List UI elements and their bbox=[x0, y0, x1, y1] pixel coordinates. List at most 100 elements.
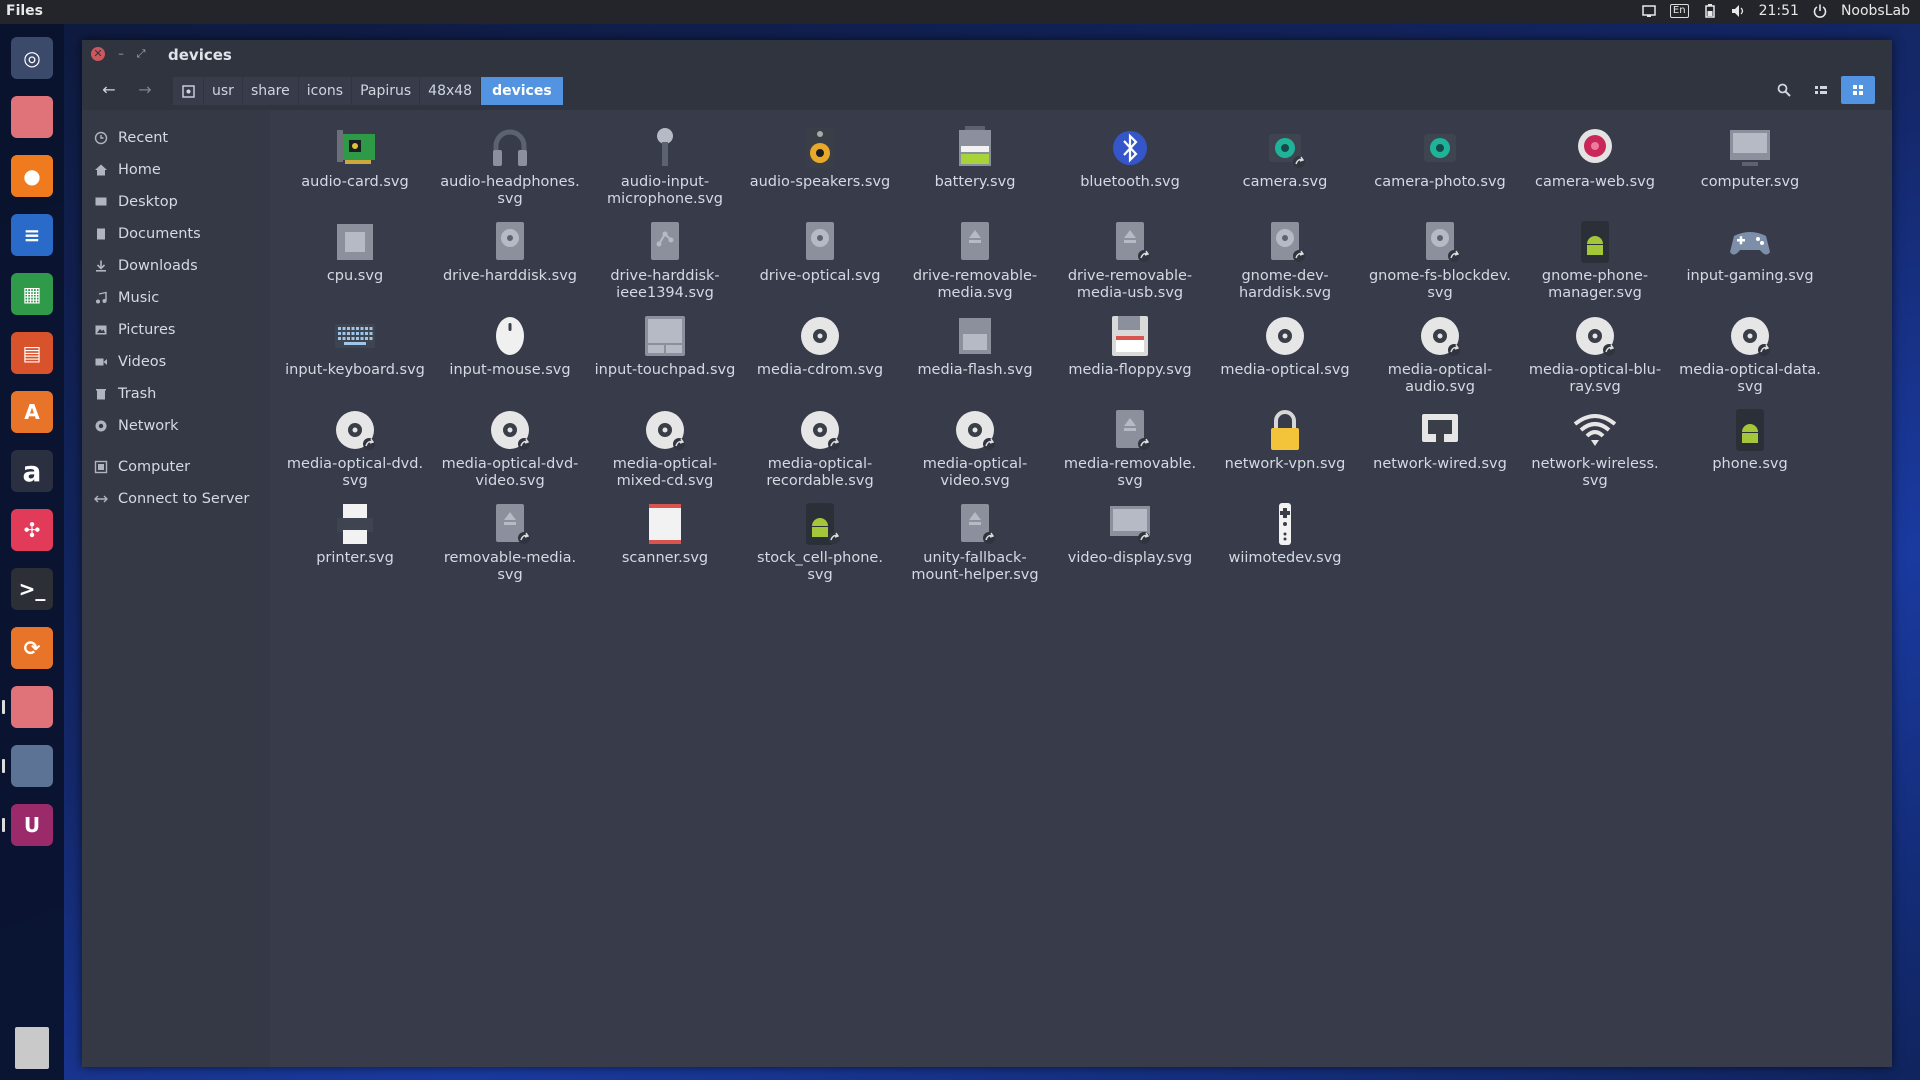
file-item[interactable]: printer.svg bbox=[280, 500, 430, 567]
audio-card-icon bbox=[337, 130, 375, 164]
file-item[interactable]: media-optical-blu-ray.svg bbox=[1520, 312, 1670, 396]
file-item[interactable]: unity-fallback-mount-helper.svg bbox=[900, 500, 1050, 584]
grid-view-button[interactable] bbox=[1841, 76, 1875, 104]
search-button[interactable] bbox=[1767, 76, 1801, 104]
sidebar-item-trash[interactable]: Trash bbox=[94, 381, 156, 407]
file-item[interactable]: network-wireless. svg bbox=[1520, 406, 1670, 490]
file-item[interactable]: input-touchpad.svg bbox=[590, 312, 740, 379]
amazon-icon[interactable]: a bbox=[11, 450, 53, 492]
power-icon[interactable] bbox=[1813, 4, 1827, 18]
sidebar-item-downloads[interactable]: Downloads bbox=[94, 253, 198, 279]
writer-icon[interactable]: ≡ bbox=[11, 214, 53, 256]
user-name[interactable]: NoobsLab bbox=[1841, 3, 1910, 19]
sidebar-item-home[interactable]: Home bbox=[94, 157, 161, 183]
back-button[interactable]: ← bbox=[96, 78, 122, 102]
file-item[interactable]: gnome-phone-manager.svg bbox=[1520, 218, 1670, 302]
file-item[interactable]: drive-removable-media.svg bbox=[900, 218, 1050, 302]
file-item[interactable]: media-optical-dvd-video.svg bbox=[435, 406, 585, 490]
breadcrumb-usr[interactable]: usr bbox=[204, 77, 243, 105]
sidebar-item-desktop[interactable]: Desktop bbox=[94, 189, 178, 215]
update-icon[interactable]: ⟳ bbox=[11, 627, 53, 669]
file-item[interactable]: media-optical.svg bbox=[1210, 312, 1360, 379]
file-item[interactable]: audio-input-microphone.svg bbox=[590, 124, 740, 208]
titlebar[interactable]: ✕ – ⤢ devices bbox=[82, 40, 1892, 70]
file-item[interactable]: input-keyboard.svg bbox=[280, 312, 430, 379]
file-item[interactable]: drive-optical.svg bbox=[745, 218, 895, 285]
file-item[interactable]: media-floppy.svg bbox=[1055, 312, 1205, 379]
file-item[interactable]: wiimotedev.svg bbox=[1210, 500, 1360, 567]
firefox-icon[interactable]: ● bbox=[11, 155, 53, 197]
close-button[interactable]: ✕ bbox=[91, 47, 105, 61]
dash-icon[interactable]: ◎ bbox=[11, 37, 53, 79]
grid-view-icon bbox=[1853, 85, 1863, 95]
file-item[interactable]: input-gaming.svg bbox=[1675, 218, 1825, 285]
calc-icon[interactable]: ▦ bbox=[11, 273, 53, 315]
clock[interactable]: 21:51 bbox=[1759, 3, 1799, 19]
file-item[interactable]: drive-harddisk-ieee1394.svg bbox=[590, 218, 740, 302]
file-item[interactable]: video-display.svg bbox=[1055, 500, 1205, 567]
file-item[interactable]: gnome-dev-harddisk.svg bbox=[1210, 218, 1360, 302]
file-item[interactable]: media-optical-dvd. svg bbox=[280, 406, 430, 490]
file-item[interactable]: camera-photo.svg bbox=[1365, 124, 1515, 191]
sidebar-item-recent[interactable]: Recent bbox=[94, 125, 168, 151]
unity-tweak-icon[interactable]: U bbox=[11, 804, 53, 846]
file-item[interactable]: phone.svg bbox=[1675, 406, 1825, 473]
file-item[interactable]: scanner.svg bbox=[590, 500, 740, 567]
file-item[interactable]: media-removable. svg bbox=[1055, 406, 1205, 490]
file-item[interactable]: media-optical-video.svg bbox=[900, 406, 1050, 490]
file-item[interactable]: media-optical-recordable.svg bbox=[745, 406, 895, 490]
sidebar-item-network[interactable]: Network bbox=[94, 413, 179, 439]
sidebar-item-videos[interactable]: Videos bbox=[94, 349, 166, 375]
file-item[interactable]: camera-web.svg bbox=[1520, 124, 1670, 191]
trash-icon[interactable] bbox=[15, 1027, 49, 1069]
screenshot-icon[interactable] bbox=[11, 745, 53, 787]
file-item[interactable]: drive-removable-media-usb.svg bbox=[1055, 218, 1205, 302]
breadcrumb-devices[interactable]: devices bbox=[481, 77, 564, 105]
software-center-icon[interactable]: A bbox=[11, 391, 53, 433]
file-item[interactable]: media-optical-data. svg bbox=[1675, 312, 1825, 396]
forward-button[interactable]: → bbox=[132, 78, 158, 102]
file-name-line: input-mouse.svg bbox=[449, 362, 571, 378]
breadcrumb-48x48[interactable]: 48x48 bbox=[420, 77, 482, 105]
file-item[interactable]: camera.svg bbox=[1210, 124, 1360, 191]
slides-icon[interactable]: ✣ bbox=[11, 509, 53, 551]
sidebar-item-music[interactable]: Music bbox=[94, 285, 159, 311]
list-view-button[interactable] bbox=[1804, 76, 1838, 104]
file-item[interactable]: media-optical-audio.svg bbox=[1365, 312, 1515, 396]
files-icon[interactable] bbox=[11, 96, 53, 138]
file-item[interactable]: input-mouse.svg bbox=[435, 312, 585, 379]
battery-icon[interactable] bbox=[1703, 4, 1717, 18]
impress-icon[interactable]: ▤ bbox=[11, 332, 53, 374]
breadcrumb-papirus[interactable]: Papirus bbox=[352, 77, 421, 105]
breadcrumb-share[interactable]: share bbox=[242, 77, 299, 105]
file-item[interactable]: media-cdrom.svg bbox=[745, 312, 895, 379]
file-item[interactable]: network-vpn.svg bbox=[1210, 406, 1360, 473]
file-item[interactable]: battery.svg bbox=[900, 124, 1050, 191]
file-item[interactable]: network-wired.svg bbox=[1365, 406, 1515, 473]
file-item[interactable]: cpu.svg bbox=[280, 218, 430, 285]
sidebar-item-documents[interactable]: Documents bbox=[94, 221, 201, 247]
sidebar-item-connect-to-server[interactable]: Connect to Server bbox=[94, 486, 249, 512]
sidebar-item-computer[interactable]: Computer bbox=[94, 454, 190, 480]
file-item[interactable]: audio-headphones. svg bbox=[435, 124, 585, 208]
breadcrumb-root[interactable] bbox=[173, 77, 204, 105]
file-item[interactable]: media-optical-mixed-cd.svg bbox=[590, 406, 740, 490]
files-running-icon[interactable] bbox=[11, 686, 53, 728]
file-item[interactable]: stock_cell-phone. svg bbox=[745, 500, 895, 584]
volume-icon[interactable] bbox=[1731, 4, 1745, 18]
maximize-button[interactable]: ⤢ bbox=[134, 47, 148, 61]
keyboard-layout[interactable]: En bbox=[1669, 4, 1689, 18]
file-item[interactable]: audio-card.svg bbox=[280, 124, 430, 191]
minimize-button[interactable]: – bbox=[114, 47, 128, 61]
file-item[interactable]: audio-speakers.svg bbox=[745, 124, 895, 191]
file-item[interactable]: drive-harddisk.svg bbox=[435, 218, 585, 285]
file-item[interactable]: gnome-fs-blockdev. svg bbox=[1365, 218, 1515, 302]
file-item[interactable]: removable-media. svg bbox=[435, 500, 585, 584]
file-item[interactable]: bluetooth.svg bbox=[1055, 124, 1205, 191]
sidebar-item-pictures[interactable]: Pictures bbox=[94, 317, 175, 343]
file-item[interactable]: media-flash.svg bbox=[900, 312, 1050, 379]
breadcrumb-icons[interactable]: icons bbox=[298, 77, 353, 105]
display-icon[interactable] bbox=[1642, 4, 1656, 18]
file-item[interactable]: computer.svg bbox=[1675, 124, 1825, 191]
terminal-icon[interactable]: >_ bbox=[11, 568, 53, 610]
